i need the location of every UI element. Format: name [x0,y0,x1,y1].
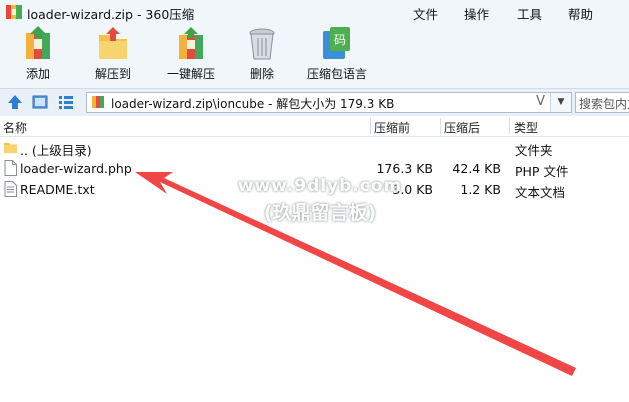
search-input[interactable]: 搜索包内文 [575,92,629,113]
archive-language-icon: 码 [323,27,350,59]
column-divider[interactable] [509,118,510,134]
folder-icon [4,143,17,153]
file-compressed-size: 3.0 KB [392,182,433,197]
file-name: loader-wizard.php [20,161,132,176]
red-arrow-shape [135,172,576,376]
file-row-readme[interactable]: README.txt 3.0 KB 1.2 KB 文本文档 [0,179,629,200]
file-type: 文件夹 [515,143,553,158]
up-arrow-icon[interactable] [6,93,24,111]
menu-help[interactable]: 帮助 [568,4,593,23]
menu-operations[interactable]: 操作 [464,4,489,23]
add-button[interactable]: 添加 [13,25,63,87]
archive-icon [6,5,22,19]
file-compressed-size: 176.3 KB [376,161,433,176]
file-type: 文本文档 [515,185,566,200]
column-packed[interactable]: 压缩后 [444,119,480,136]
column-divider[interactable] [440,118,441,134]
address-v-marker[interactable]: V [536,94,545,109]
extract-to-button[interactable]: 解压到 [88,25,138,87]
language-badge: 码 [334,33,346,47]
menu-tools[interactable]: 工具 [517,4,542,23]
file-row-parent[interactable]: .. (上级目录) 文件夹 [0,137,629,158]
file-row-loader-wizard[interactable]: loader-wizard.php 176.3 KB 42.4 KB PHP 文… [0,158,629,179]
trash-icon [249,28,275,60]
one-click-extract-icon [179,27,203,59]
address-dropdown-button[interactable]: ▼ [550,93,571,112]
window-title: loader-wizard.zip - 360压缩 [27,7,195,22]
watermark-caption: (玖鼎留言板) [263,202,377,224]
delete-label: 删除 [249,67,274,81]
file-type: PHP 文件 [515,164,569,179]
search-placeholder: 搜索包内文 [579,97,629,111]
column-divider[interactable] [370,118,371,134]
column-compressed[interactable]: 压缩前 [374,119,410,136]
column-type[interactable]: 类型 [514,119,538,136]
column-header-row: 名称 压缩前 压缩后 类型 [0,116,629,137]
delete-button[interactable]: 删除 [240,25,284,87]
address-bar: loader-wizard.zip\ioncube - 解包大小为 179.3 … [0,88,629,117]
file-name: .. (上级目录) [20,143,92,158]
file-packed-size: 42.4 KB [452,161,501,176]
file-packed-size: 1.2 KB [460,182,501,197]
extract-to-icon [99,27,127,59]
title-bar: loader-wizard.zip - 360压缩 文件 操作 工具 帮助 [0,0,629,24]
archive-small-icon [92,96,104,108]
column-name[interactable]: 名称 [3,119,27,136]
toolbar: 添加 解压到 一键解压 删除 码 压缩包语言 [0,24,629,88]
add-label: 添加 [25,67,50,81]
archive-language-label: 压缩包语言 [306,67,367,81]
archive-language-button[interactable]: 码 压缩包语言 [305,25,369,87]
one-click-extract-button[interactable]: 一键解压 [160,25,222,87]
file-name: README.txt [20,182,95,197]
extract-to-label: 解压到 [94,67,131,81]
one-click-extract-label: 一键解压 [166,67,215,81]
file-icon [4,160,17,176]
list-view-icon[interactable] [57,93,75,111]
thumbnail-view-icon[interactable] [31,93,49,111]
menu-file[interactable]: 文件 [413,4,438,23]
add-archive-icon [26,26,50,59]
text-file-icon [4,181,17,197]
address-path: loader-wizard.zip\ioncube - 解包大小为 179.3 … [111,97,395,111]
address-field[interactable]: loader-wizard.zip\ioncube - 解包大小为 179.3 … [86,92,572,113]
